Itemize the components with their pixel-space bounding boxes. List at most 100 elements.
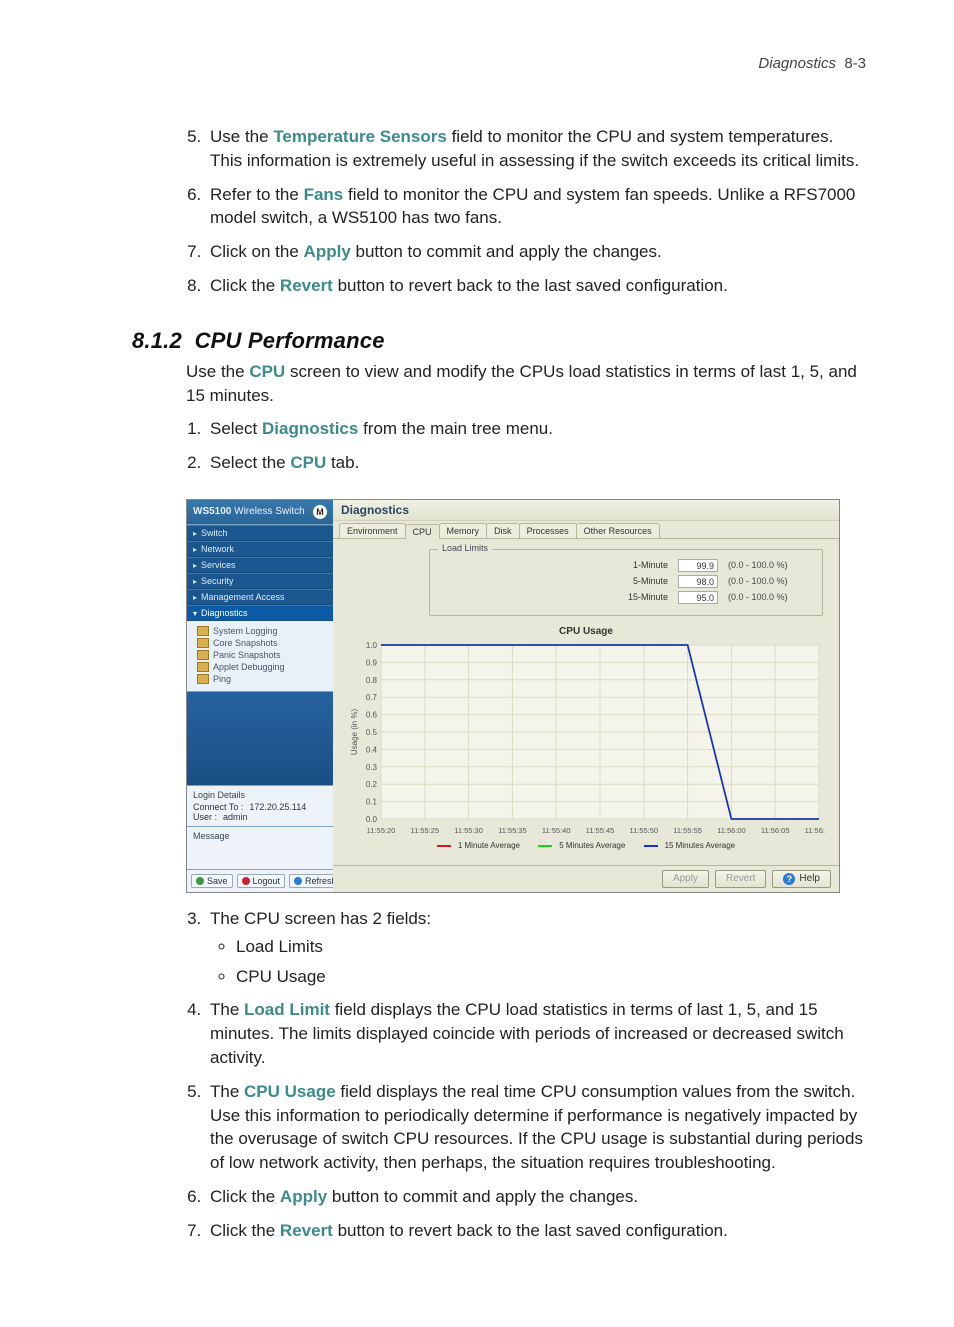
message-panel: Message <box>187 826 333 869</box>
svg-text:0.4: 0.4 <box>366 745 378 754</box>
tab-cpu[interactable]: CPU <box>405 524 440 539</box>
save-button[interactable]: Save <box>191 874 233 888</box>
list-item: Click the Revert button to revert back t… <box>206 1219 866 1243</box>
legend-swatch-5min <box>538 845 552 847</box>
header-section: Diagnostics <box>758 55 836 72</box>
logout-button[interactable]: Logout <box>237 874 286 888</box>
section-title: CPU Performance <box>195 328 385 353</box>
brand-bar: WS5100 Wireless Switch M <box>187 500 333 525</box>
chevron-right-icon <box>193 592 197 602</box>
svg-text:0.9: 0.9 <box>366 658 378 667</box>
body: Use the Temperature Sensors field to mon… <box>88 125 866 1243</box>
list-item: Select Diagnostics from the main tree me… <box>206 417 866 441</box>
svg-text:0.6: 0.6 <box>366 711 378 720</box>
svg-text:11:55:50: 11:55:50 <box>629 826 658 835</box>
apply-button[interactable]: Apply <box>662 870 709 888</box>
sidebar-item[interactable]: Switch <box>187 525 333 541</box>
folder-icon <box>197 638 209 648</box>
footer-buttons: Apply Revert ?Help <box>333 865 839 892</box>
svg-text:11:55:40: 11:55:40 <box>542 826 571 835</box>
svg-text:0.3: 0.3 <box>366 763 378 772</box>
chevron-right-icon <box>193 528 197 538</box>
nav-tree: System LoggingCore SnapshotsPanic Snapsh… <box>187 621 333 692</box>
sidebar-item[interactable]: Management Access <box>187 589 333 605</box>
tab-processes[interactable]: Processes <box>519 523 577 538</box>
legend-swatch-1min <box>437 845 451 847</box>
list-item: The CPU screen has 2 fields:Load LimitsC… <box>206 907 866 988</box>
help-icon: ? <box>783 873 795 885</box>
svg-text:11:56:10: 11:56:10 <box>805 826 825 835</box>
panel-title: Diagnostics <box>333 500 839 521</box>
intro-list: Use the Temperature Sensors field to mon… <box>88 125 866 298</box>
load-limit-row: 1-Minute99.9(0.0 - 100.0 %) <box>438 559 814 572</box>
svg-text:11:55:25: 11:55:25 <box>410 826 439 835</box>
save-icon <box>196 877 204 885</box>
main-panel: Diagnostics EnvironmentCPUMemoryDiskProc… <box>333 500 839 892</box>
svg-text:0.8: 0.8 <box>366 676 378 685</box>
section-heading: 8.1.2 CPU Performance <box>132 328 866 354</box>
load-limit-input[interactable]: 99.9 <box>678 559 718 572</box>
svg-text:0.7: 0.7 <box>366 693 378 702</box>
brand-logo-icon: M <box>313 505 327 519</box>
tab-other-resources[interactable]: Other Resources <box>576 523 660 538</box>
page: Diagnostics 8-3 Use the Temperature Sens… <box>0 0 954 1327</box>
sidebar-item[interactable]: Services <box>187 557 333 573</box>
cpu-usage-chart: 0.0 0.1 0.2 0.3 0.4 0.5 0.6 0.7 0.8 0.9 1.0 11:55:2… <box>347 639 825 839</box>
app-screenshot: WS5100 Wireless Switch M SwitchNetworkSe… <box>186 499 840 893</box>
svg-text:11:55:55: 11:55:55 <box>673 826 702 835</box>
svg-text:11:55:20: 11:55:20 <box>367 826 396 835</box>
chevron-right-icon <box>193 544 197 554</box>
tree-item[interactable]: System Logging <box>197 625 331 637</box>
sidebar-item[interactable]: Network <box>187 541 333 557</box>
svg-text:0.0: 0.0 <box>366 815 378 824</box>
tab-disk[interactable]: Disk <box>486 523 520 538</box>
chart-title: CPU Usage <box>343 626 829 637</box>
svg-text:11:56:05: 11:56:05 <box>761 826 790 835</box>
folder-icon <box>197 650 209 660</box>
refresh-icon <box>294 877 302 885</box>
tree-item[interactable]: Applet Debugging <box>197 661 331 673</box>
tab-environment[interactable]: Environment <box>339 523 406 538</box>
svg-text:0.1: 0.1 <box>366 798 378 807</box>
nav-sidebar: WS5100 Wireless Switch M SwitchNetworkSe… <box>187 500 333 892</box>
section-lead: Use the CPU screen to view and modify th… <box>186 360 866 408</box>
chevron-down-icon <box>193 608 197 618</box>
tab-bar: EnvironmentCPUMemoryDiskProcessesOther R… <box>333 521 839 539</box>
chevron-right-icon <box>193 560 197 570</box>
list-item: The CPU Usage field displays the real ti… <box>206 1080 866 1175</box>
steps-list: Select Diagnostics from the main tree me… <box>88 417 866 475</box>
tab-memory[interactable]: Memory <box>439 523 488 538</box>
sidebar-item[interactable]: Security <box>187 573 333 589</box>
tab-content: Load Limits 1-Minute99.9(0.0 - 100.0 %)5… <box>333 539 839 865</box>
svg-text:Usage (in %): Usage (in %) <box>350 709 359 756</box>
svg-text:11:56:00: 11:56:00 <box>717 826 746 835</box>
after-list: The CPU screen has 2 fields:Load LimitsC… <box>88 907 866 1243</box>
legend-swatch-15min <box>644 845 658 847</box>
chart-legend: 1 Minute Average 5 Minutes Average 15 Mi… <box>343 841 829 850</box>
nav-button-bar: Save Logout Refresh <box>187 869 333 892</box>
svg-text:1.0: 1.0 <box>366 641 378 650</box>
load-limit-row: 5-Minute98.0(0.0 - 100.0 %) <box>438 575 814 588</box>
svg-text:11:55:35: 11:55:35 <box>498 826 527 835</box>
svg-text:11:55:45: 11:55:45 <box>586 826 615 835</box>
load-limit-input[interactable]: 95.0 <box>678 591 718 604</box>
load-limit-input[interactable]: 98.0 <box>678 575 718 588</box>
login-details-panel: Login Details Connect To :172.20.25.114 … <box>187 785 333 826</box>
tree-item[interactable]: Panic Snapshots <box>197 649 331 661</box>
tree-item[interactable]: Core Snapshots <box>197 637 331 649</box>
svg-text:0.2: 0.2 <box>366 780 378 789</box>
folder-icon <box>197 626 209 636</box>
list-item: The Load Limit field displays the CPU lo… <box>206 998 866 1069</box>
list-item: CPU Usage <box>236 965 866 989</box>
help-button[interactable]: ?Help <box>772 870 831 888</box>
revert-button[interactable]: Revert <box>715 870 766 888</box>
running-header: Diagnostics 8-3 <box>758 55 866 72</box>
header-page: 8-3 <box>844 55 866 72</box>
logout-icon <box>242 877 250 885</box>
chevron-right-icon <box>193 576 197 586</box>
list-item: Refer to the Fans field to monitor the C… <box>206 183 866 231</box>
sidebar-item-diagnostics[interactable]: Diagnostics <box>187 605 333 621</box>
svg-text:0.5: 0.5 <box>366 728 378 737</box>
tree-item[interactable]: Ping <box>197 673 331 685</box>
list-item: Click the Revert button to revert back t… <box>206 274 866 298</box>
